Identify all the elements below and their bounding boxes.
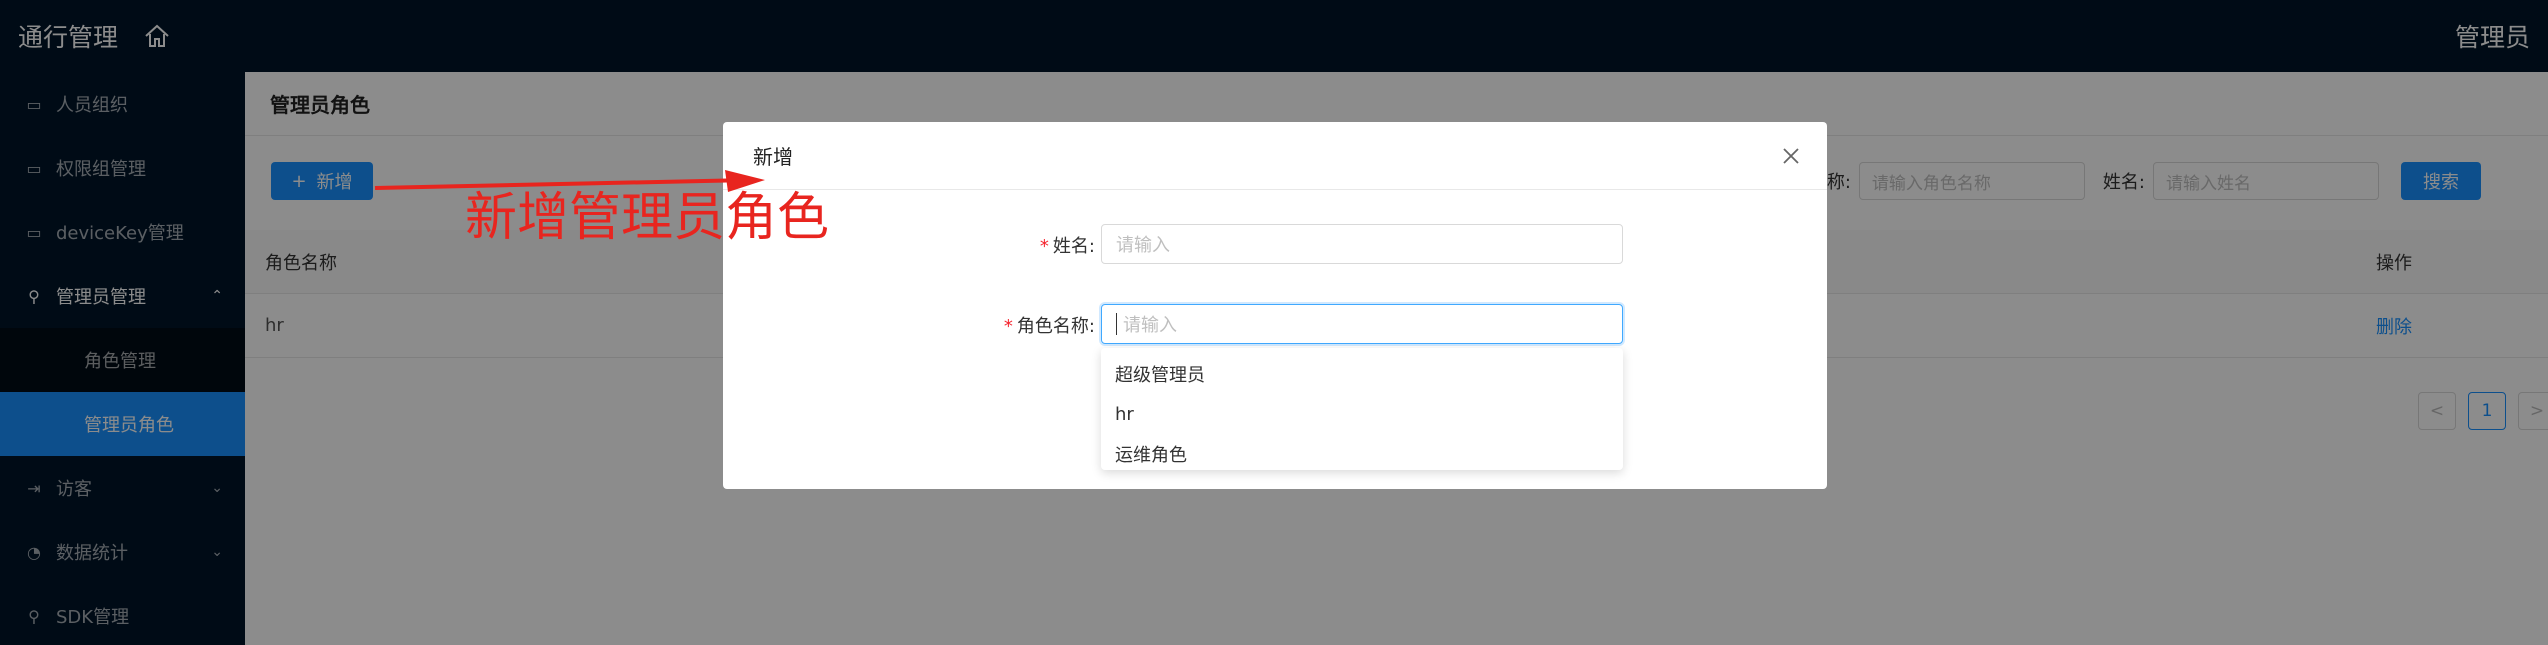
dialog-header: 新增	[723, 122, 1827, 190]
dropdown-option[interactable]: 运维角色	[1101, 434, 1623, 474]
form-row-name: * 姓名: 请输入	[723, 224, 1827, 264]
label-text: 角色名称:	[1016, 316, 1095, 337]
role-name-input[interactable]: 请输入	[1101, 304, 1623, 344]
label-text: 姓名:	[1052, 236, 1095, 257]
dialog-title: 新增	[753, 145, 793, 169]
role-autocomplete-dropdown: 超级管理员 hr 运维角色	[1101, 348, 1623, 470]
text-caret	[1116, 313, 1117, 335]
required-mark: *	[1039, 236, 1049, 257]
name-input[interactable]: 请输入	[1101, 224, 1623, 264]
dropdown-option[interactable]: 超级管理员	[1101, 354, 1623, 394]
dropdown-option[interactable]: hr	[1101, 394, 1623, 434]
name-label: * 姓名:	[1040, 232, 1095, 258]
placeholder: 请输入	[1123, 315, 1177, 336]
required-mark: *	[1003, 316, 1013, 337]
role-name-label: * 角色名称:	[1004, 312, 1095, 338]
add-dialog: 新增 * 姓名: 请输入 * 角色名称: 请输入 超级管理员 hr 运维角色	[723, 122, 1827, 489]
placeholder: 请输入	[1116, 235, 1170, 256]
form-row-role: * 角色名称: 请输入	[723, 304, 1827, 344]
annotation-text: 新增管理员角色	[465, 188, 830, 248]
close-icon[interactable]	[1779, 144, 1803, 168]
